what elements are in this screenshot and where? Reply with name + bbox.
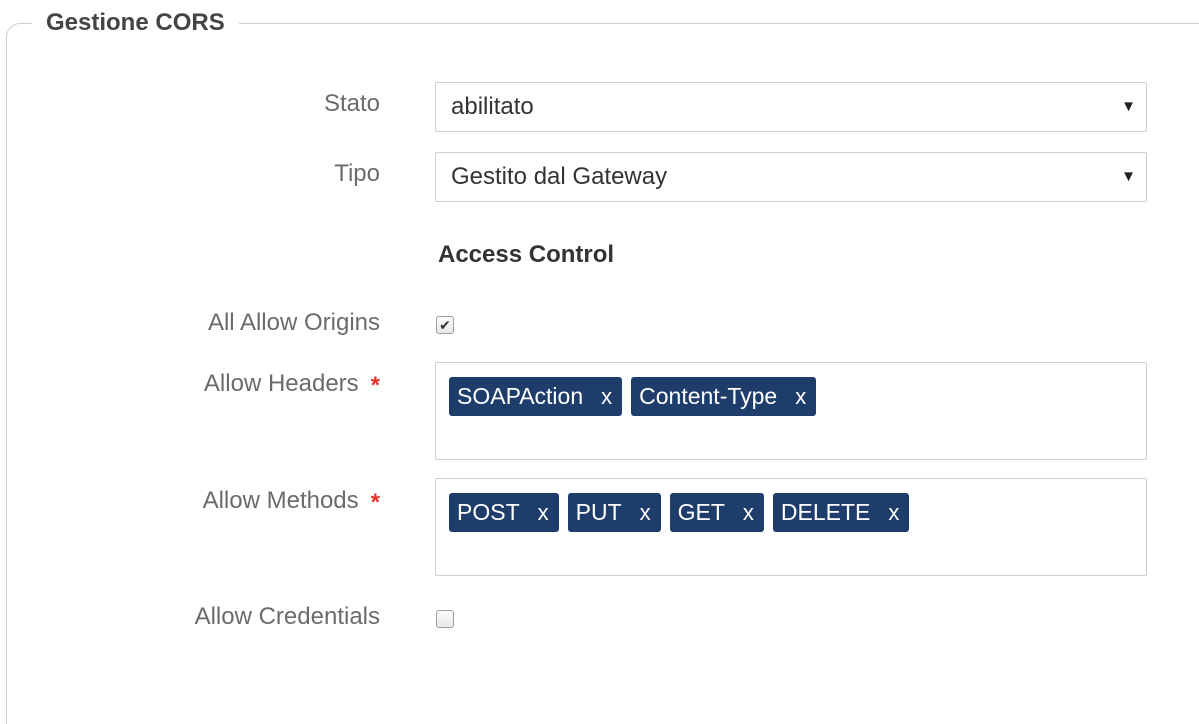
allow-methods-label-text: Allow Methods (202, 487, 359, 514)
tag-remove-button[interactable]: x (795, 377, 806, 416)
allow-methods-label: Allow Methods * (203, 486, 380, 516)
allow-headers-tag-input[interactable]: SOAPAction x Content-Type x (435, 362, 1147, 460)
tipo-select-value: Gestito dal Gateway (451, 163, 668, 190)
tag-remove-button[interactable]: x (601, 377, 612, 416)
chevron-down-icon: ▼ (1121, 98, 1136, 115)
tag-label: GET (677, 499, 725, 525)
allow-headers-label-text: Allow Headers (203, 370, 359, 397)
tag-chip: Content-Type x (631, 377, 817, 416)
chevron-down-icon: ▼ (1121, 168, 1136, 185)
tag-remove-button[interactable]: x (538, 493, 549, 532)
tag-label: POST (457, 499, 520, 525)
allow-credentials-label: Allow Credentials (194, 603, 380, 630)
all-allow-origins-label: All Allow Origins (207, 309, 380, 336)
tag-remove-button[interactable]: x (743, 493, 754, 532)
checkmark-icon: ✔ (439, 317, 451, 333)
tipo-select[interactable]: Gestito dal Gateway ▼ (435, 152, 1147, 202)
tag-chip: GET x (669, 493, 764, 532)
tag-chip: POST x (449, 493, 559, 532)
tag-chip: SOAPAction x (449, 377, 623, 416)
access-control-title: Access Control (438, 241, 615, 268)
tag-remove-button[interactable]: x (888, 493, 899, 532)
required-asterisk: * (370, 489, 380, 516)
required-asterisk: * (370, 372, 380, 399)
allow-credentials-checkbox[interactable] (436, 610, 454, 628)
tag-chip: PUT x (567, 493, 661, 532)
tag-chip: DELETE x (772, 493, 910, 532)
allow-headers-label: Allow Headers * (204, 369, 380, 399)
stato-select[interactable]: abilitato ▼ (435, 82, 1147, 132)
allow-methods-tag-input[interactable]: POST x PUT x GET x DELETE x (435, 478, 1147, 576)
stato-label: Stato (323, 90, 380, 117)
tag-remove-button[interactable]: x (640, 493, 651, 532)
all-allow-origins-checkbox[interactable]: ✔ (436, 316, 454, 334)
tag-label: PUT (575, 499, 622, 525)
stato-select-value: abilitato (451, 93, 534, 120)
tag-label: DELETE (780, 499, 871, 525)
tag-label: Content-Type (639, 383, 778, 409)
tag-label: SOAPAction (457, 383, 584, 409)
tipo-label: Tipo (334, 160, 380, 187)
section-title: Gestione CORS (32, 8, 239, 38)
